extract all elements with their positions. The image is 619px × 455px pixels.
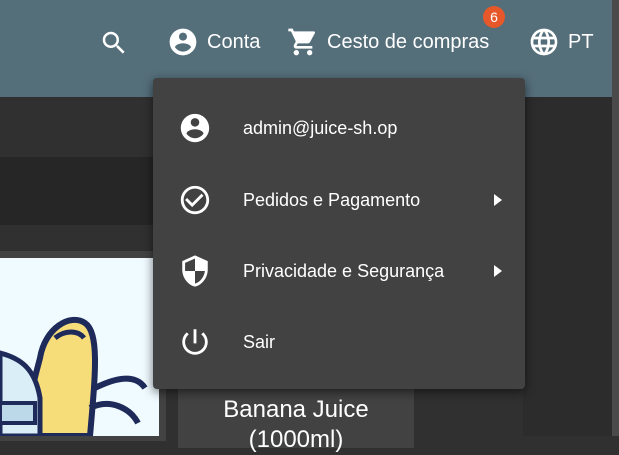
product-image — [0, 258, 159, 436]
menu-item-orders-payment[interactable]: Pedidos e Pagamento — [153, 164, 525, 236]
globe-icon — [530, 28, 558, 56]
basket-label: Cesto de compras — [327, 30, 490, 53]
submenu-arrow-icon — [492, 193, 504, 207]
menu-item-label: Sair — [243, 331, 276, 352]
submenu-arrow-icon — [492, 264, 504, 278]
account-menu: admin@juice-sh.op Pedidos e Pagamento Pr… — [153, 78, 525, 389]
search-button[interactable] — [99, 28, 129, 58]
product-title: Banana Juice (1000ml) — [223, 396, 369, 453]
menu-item-user-email[interactable]: admin@juice-sh.op — [153, 92, 525, 164]
account-circle-icon — [169, 28, 197, 56]
menu-item-logout[interactable]: Sair — [153, 306, 525, 378]
shield-icon — [178, 254, 212, 288]
scrollbar[interactable] — [612, 0, 619, 436]
menu-item-label: Pedidos e Pagamento — [243, 189, 421, 210]
account-circle-icon — [178, 111, 212, 145]
check-circle-icon — [178, 183, 212, 217]
shopping-cart-icon — [288, 28, 316, 56]
menu-item-privacy-security[interactable]: Privacidade e Segurança — [153, 235, 525, 307]
power-icon — [178, 325, 212, 359]
menu-item-label: Privacidade e Segurança — [243, 260, 445, 281]
account-label: Conta — [207, 30, 261, 53]
search-icon — [102, 31, 125, 54]
menu-item-label: admin@juice-sh.op — [243, 117, 398, 138]
account-button[interactable]: Conta — [167, 26, 260, 58]
basket-count-badge: 6 — [483, 6, 505, 28]
page-side-area — [523, 97, 612, 436]
basket-button[interactable]: Cesto de compras — [287, 26, 489, 58]
language-button[interactable]: PT — [528, 26, 594, 58]
language-label: PT — [568, 30, 594, 53]
